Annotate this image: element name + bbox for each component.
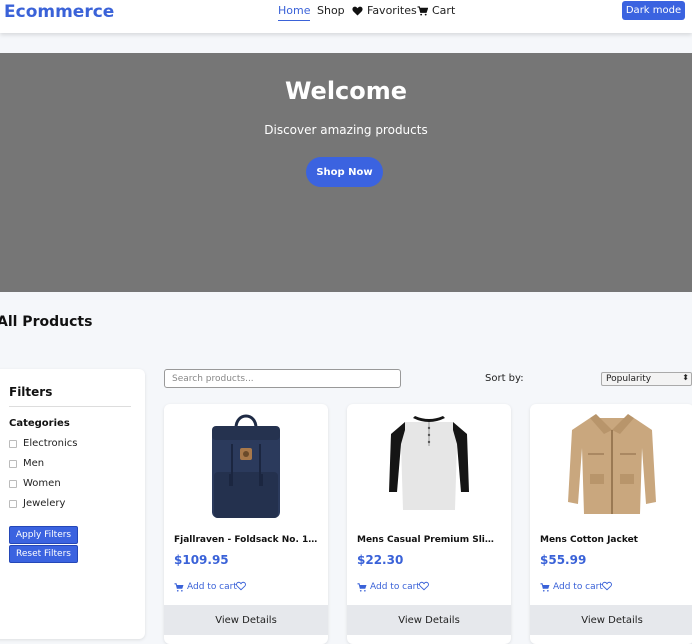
navbar: Ecommerce Home Shop Favorites Cart Dark …	[0, 0, 692, 33]
heart-icon	[352, 6, 363, 16]
nav-shop[interactable]: Shop	[317, 4, 345, 17]
hero-title: Welcome	[284, 77, 408, 105]
product-price: $55.99	[540, 553, 587, 567]
product-card[interactable]: Mens Cotton Jacket $55.99 Add to cart Vi…	[530, 404, 692, 644]
checkbox[interactable]	[9, 499, 17, 508]
sort-select[interactable]: Popularity ⬍	[601, 372, 692, 386]
nav-cart-label: Cart	[432, 4, 456, 17]
add-to-cart-button[interactable]: Add to cart	[174, 582, 237, 592]
view-details-label: View Details	[398, 614, 460, 626]
checkbox[interactable]	[9, 439, 17, 448]
view-details-label: View Details	[581, 614, 643, 626]
cart-icon	[174, 582, 184, 592]
add-to-cart-label: Add to cart	[187, 582, 237, 592]
view-details-label: View Details	[215, 614, 277, 626]
favorite-heart-icon[interactable]	[419, 581, 429, 591]
section-title: All Products	[0, 314, 93, 330]
hero-banner: Welcome Discover amazing products Shop N…	[0, 53, 692, 292]
brand-logo[interactable]: Ecommerce	[4, 2, 114, 22]
view-details-button[interactable]: View Details	[164, 605, 328, 635]
category-jewelery[interactable]: Jewelery	[9, 498, 65, 509]
product-title: Fjallraven - Foldsack No. 1 Backpack, Fi…	[174, 535, 320, 545]
add-to-cart-label: Add to cart	[370, 582, 420, 592]
categories-label: Categories	[9, 418, 70, 429]
add-to-cart-button[interactable]: Add to cart	[357, 582, 420, 592]
reset-filters-button[interactable]: Reset Filters	[9, 545, 78, 563]
favorite-heart-icon[interactable]	[602, 581, 612, 591]
category-label: Electronics	[23, 438, 78, 449]
filters-divider	[9, 406, 131, 407]
product-card[interactable]: Fjallraven - Foldsack No. 1 Backpack, Fi…	[164, 404, 328, 644]
product-image-jacket[interactable]	[530, 404, 692, 522]
checkbox[interactable]	[9, 459, 17, 468]
add-to-cart-label: Add to cart	[553, 582, 603, 592]
filters-panel: Filters Categories Electronics Men Women…	[0, 369, 145, 639]
product-card[interactable]: Mens Casual Premium Slim Fit T-Shirts $2…	[347, 404, 511, 644]
view-details-button[interactable]: View Details	[347, 605, 511, 635]
product-image-backpack[interactable]	[164, 404, 328, 522]
filters-title: Filters	[9, 385, 53, 399]
product-price: $109.95	[174, 553, 229, 567]
sort-label: Sort by:	[485, 373, 524, 384]
cart-icon	[417, 5, 428, 16]
nav-home[interactable]: Home	[278, 4, 311, 21]
product-image-t-shirt[interactable]	[347, 404, 511, 522]
chevron-updown-icon: ⬍	[682, 373, 689, 382]
category-label: Women	[23, 478, 61, 489]
category-label: Men	[23, 458, 45, 469]
sort-selected: Popularity	[606, 374, 652, 384]
nav-home-label: Home	[278, 4, 311, 21]
product-title: Mens Cotton Jacket	[540, 535, 638, 545]
checkbox[interactable]	[9, 479, 17, 488]
product-price: $22.30	[357, 553, 404, 567]
category-women[interactable]: Women	[9, 478, 61, 489]
cart-icon	[540, 582, 550, 592]
favorite-heart-icon[interactable]	[236, 581, 246, 591]
view-details-button[interactable]: View Details	[530, 605, 692, 635]
search-input[interactable]	[164, 369, 401, 388]
cart-icon	[357, 582, 367, 592]
nav-shop-label: Shop	[317, 4, 345, 17]
category-electronics[interactable]: Electronics	[9, 438, 78, 449]
nav-favorites[interactable]: Favorites	[352, 4, 417, 17]
nav-cart[interactable]: Cart	[417, 4, 455, 17]
category-men[interactable]: Men	[9, 458, 44, 469]
hero-subtitle: Discover amazing products	[264, 123, 428, 137]
product-title: Mens Casual Premium Slim Fit T-Shirts	[357, 535, 503, 545]
category-label: Jewelery	[23, 498, 66, 509]
dark-mode-button[interactable]: Dark mode	[622, 1, 685, 20]
add-to-cart-button[interactable]: Add to cart	[540, 582, 603, 592]
shop-now-button[interactable]: Shop Now	[306, 157, 383, 187]
apply-filters-button[interactable]: Apply Filters	[9, 526, 78, 544]
nav-favorites-label: Favorites	[367, 4, 417, 17]
